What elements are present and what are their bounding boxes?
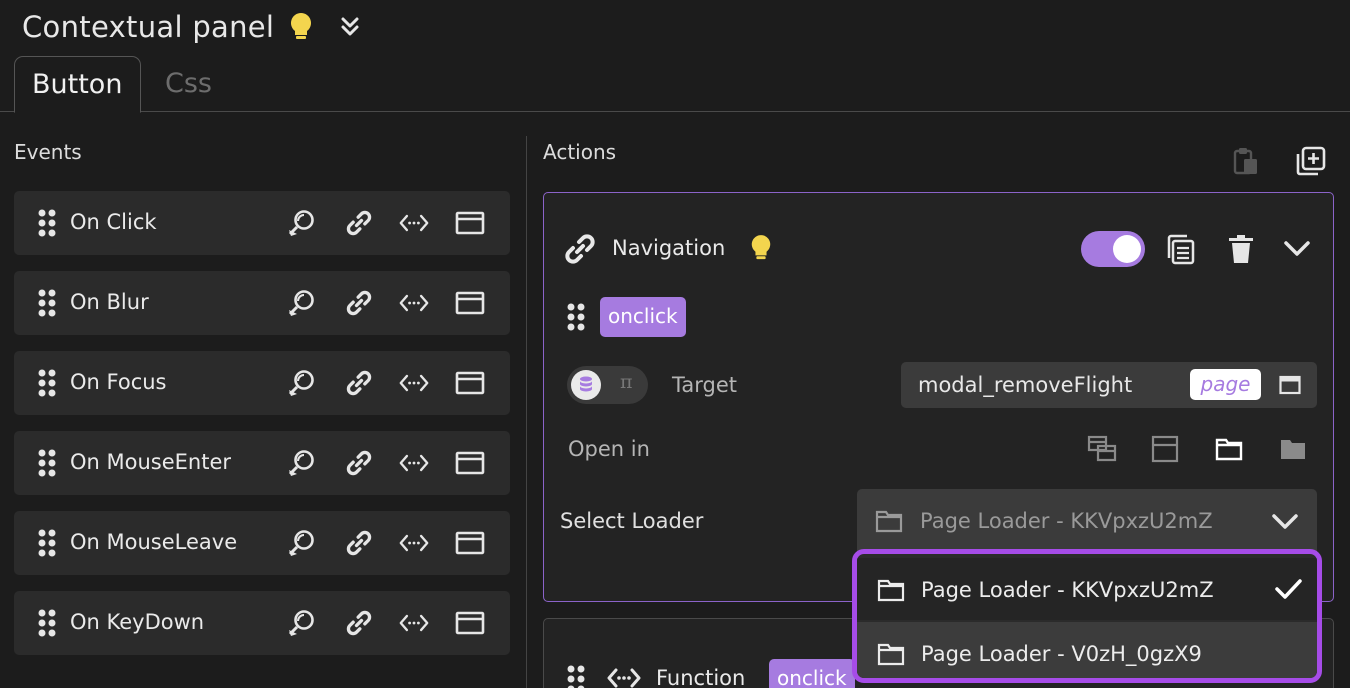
target-value: modal_removeFlight (918, 373, 1133, 397)
loader-option-label: Page Loader - KKVpxzU2mZ (921, 578, 1214, 602)
loader-select[interactable]: Page Loader - KKVpxzU2mZ (857, 489, 1317, 553)
actions-heading: Actions (543, 140, 617, 164)
tab-button[interactable]: Button (14, 56, 141, 113)
duplicate-icon[interactable] (1166, 233, 1196, 265)
event-label: On MouseEnter (70, 450, 232, 474)
function-code-icon[interactable] (399, 611, 429, 635)
select-element-icon[interactable] (287, 368, 317, 398)
select-element-icon[interactable] (287, 528, 317, 558)
function-code-icon[interactable] (399, 371, 429, 395)
open-in-modal-icon[interactable] (1087, 435, 1117, 463)
tab-css[interactable]: Css (148, 56, 229, 113)
folder-icon (877, 578, 905, 602)
event-row[interactable]: On Focus (14, 351, 510, 415)
loader-option-label: Page Loader - V0zH_0gzX9 (921, 642, 1202, 666)
open-in-folder-filled-icon[interactable] (1279, 436, 1307, 462)
select-element-icon[interactable] (287, 208, 317, 238)
function-code-icon[interactable] (399, 451, 429, 475)
drag-handle-icon[interactable] (37, 208, 57, 238)
window-icon[interactable] (455, 370, 485, 396)
event-tag: onclick (769, 659, 855, 688)
drag-handle-icon[interactable] (37, 288, 57, 318)
open-in-label: Open in (568, 437, 650, 461)
navigation-link-icon[interactable] (344, 528, 374, 558)
chevron-down-icon[interactable] (1271, 513, 1299, 531)
window-icon[interactable] (455, 450, 485, 476)
event-label: On Focus (70, 370, 167, 394)
chevron-down-icon[interactable] (1283, 240, 1311, 258)
event-label: On Click (70, 210, 157, 234)
open-in-folder-icon[interactable] (1215, 436, 1243, 462)
window-icon[interactable] (455, 530, 485, 556)
function-title: Function (656, 666, 746, 688)
event-label: On Blur (70, 290, 149, 314)
select-element-icon[interactable] (287, 288, 317, 318)
select-element-icon[interactable] (287, 448, 317, 478)
target-field[interactable]: modal_removeFlight page (901, 362, 1317, 408)
event-row[interactable]: On Blur (14, 271, 510, 335)
add-action-icon[interactable] (1296, 146, 1326, 176)
drag-handle-icon[interactable] (37, 368, 57, 398)
drag-handle-icon[interactable] (566, 302, 586, 332)
events-heading: Events (14, 140, 82, 164)
function-code-icon[interactable] (399, 211, 429, 235)
drag-handle-icon[interactable] (37, 608, 57, 638)
navigation-title: Navigation (612, 236, 726, 260)
lightbulb-icon[interactable] (749, 233, 773, 263)
paste-icon[interactable] (1232, 146, 1260, 176)
navigation-link-icon[interactable] (344, 208, 374, 238)
database-icon (571, 370, 601, 400)
event-row[interactable]: On Click (14, 191, 510, 255)
source-toggle[interactable]: π (567, 366, 648, 404)
drag-handle-icon[interactable] (566, 664, 586, 688)
window-icon[interactable] (455, 210, 485, 236)
event-label: On MouseLeave (70, 530, 238, 554)
lightbulb-icon[interactable] (288, 12, 314, 42)
double-chevron-down-icon[interactable] (340, 16, 360, 38)
link-icon (562, 231, 598, 267)
event-row[interactable]: On KeyDown (14, 591, 510, 655)
page-title: Contextual panel (22, 10, 275, 44)
event-tag: onclick (600, 297, 686, 337)
toggle-knob (1113, 235, 1141, 263)
trash-icon[interactable] (1227, 233, 1255, 265)
window-icon[interactable] (455, 610, 485, 636)
loader-dropdown: Page Loader - KKVpxzU2mZ Page Loader - V… (852, 549, 1322, 683)
enable-toggle[interactable] (1081, 231, 1145, 267)
navigation-link-icon[interactable] (344, 368, 374, 398)
navigation-link-icon[interactable] (344, 608, 374, 638)
select-element-icon[interactable] (287, 608, 317, 638)
loader-selected-value: Page Loader - KKVpxzU2mZ (920, 509, 1213, 533)
target-label: Target (672, 373, 737, 397)
folder-icon (875, 509, 903, 533)
navigation-link-icon[interactable] (344, 448, 374, 478)
event-label: On KeyDown (70, 610, 205, 634)
check-icon (1274, 578, 1302, 600)
loader-option[interactable]: Page Loader - KKVpxzU2mZ (857, 558, 1317, 620)
code-icon (607, 667, 641, 688)
event-row[interactable]: On MouseEnter (14, 431, 510, 495)
select-loader-label: Select Loader (560, 509, 704, 533)
loader-option[interactable]: Page Loader - V0zH_0gzX9 (857, 622, 1317, 678)
function-code-icon[interactable] (399, 531, 429, 555)
panel-divider (526, 136, 527, 688)
window-icon[interactable] (1279, 375, 1301, 395)
tab-bar: Button Css (0, 56, 1350, 113)
open-in-window-icon[interactable] (1151, 435, 1179, 463)
drag-handle-icon[interactable] (37, 448, 57, 478)
pi-symbol: π (620, 371, 633, 393)
event-row[interactable]: On MouseLeave (14, 511, 510, 575)
navigation-link-icon[interactable] (344, 288, 374, 318)
function-code-icon[interactable] (399, 291, 429, 315)
folder-icon (877, 642, 905, 666)
page-badge: page (1190, 369, 1261, 400)
drag-handle-icon[interactable] (37, 528, 57, 558)
window-icon[interactable] (455, 290, 485, 316)
